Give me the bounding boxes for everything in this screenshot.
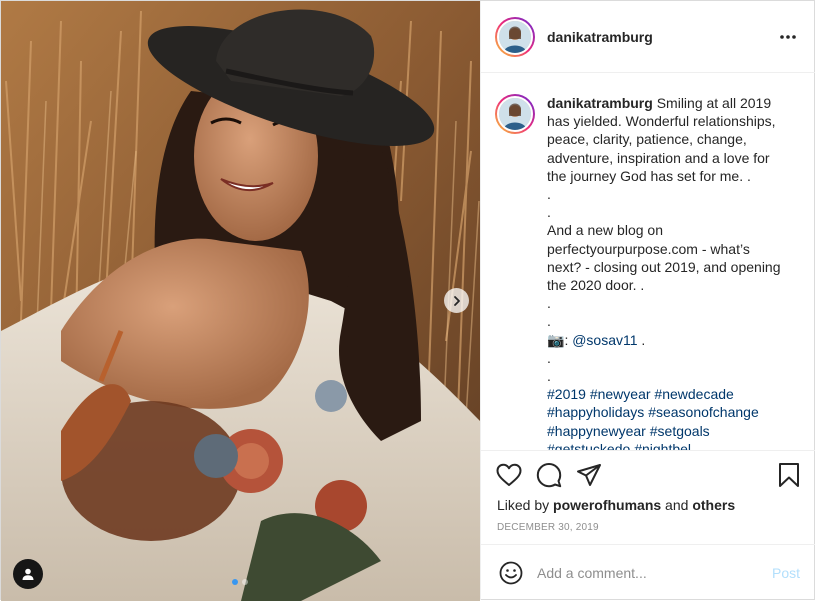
share-button[interactable] [575,461,603,489]
comment-input[interactable] [537,564,757,581]
hashtag-link[interactable]: #setgoals [650,423,710,439]
carousel-indicator [232,579,248,585]
credit-suffix: . [637,331,646,348]
caption-line: adventure, inspiration and a love for [547,149,770,166]
hashtag-line: #happynewyear #setgoals [547,422,789,440]
liked-by-prefix: Liked by [497,497,554,513]
caption-line: . [547,368,551,385]
caption-line: the 2020 door. . [547,277,645,294]
smiley-icon [499,561,523,584]
add-comment-bar: Post [481,544,815,600]
caption-line: has yielded. Wonderful relationships, [547,113,776,130]
caption: danikatramburg Smiling at all 2019 has y… [495,94,800,450]
comments-area[interactable]: danikatramburg Smiling at all 2019 has y… [481,74,815,450]
carousel-next-button[interactable] [444,288,469,313]
post-date[interactable]: DECEMBER 30, 2019 [497,522,599,533]
hashtag-link[interactable]: #happyholidays [547,404,644,420]
camera-emoji-icon: 📷 [547,331,565,348]
caption-line: . [547,186,551,203]
bookmark-icon [779,463,799,487]
avatar-image [497,96,533,132]
avatar-image [497,18,533,55]
heart-icon [496,463,522,486]
header-username[interactable]: danikatramburg [547,29,653,45]
liked-by-and: and [661,497,693,513]
hashtag-line: #happyholidays #seasonofchange [547,403,789,421]
comment-bubble-icon [536,463,562,488]
comment-button[interactable] [535,461,563,489]
post-actions: Liked by powerofhumans and others DECEMB… [481,450,815,544]
mention-link[interactable]: @sosav11 [572,332,637,348]
post-photo-illustration [1,1,480,601]
hashtag-link[interactable]: #seasonofchange [648,404,759,420]
caption-line: . [547,204,551,221]
more-options-button[interactable] [778,27,798,47]
hashtag-link[interactable]: #happynewyear [547,423,646,439]
like-button[interactable] [495,461,523,489]
liked-by-others-link[interactable]: others [692,497,735,513]
caption-line: . [547,295,551,312]
carousel-dot-active [232,579,238,585]
caption-line: next? - closing out 2019, and opening [547,258,781,275]
photo-credit-line: 📷: @sosav11 . [547,331,789,349]
hashtag-link[interactable]: #2019 [547,386,586,402]
hashtag-link[interactable]: #nightbel... [634,441,703,450]
caption-line-text: Smiling at all 2019 [656,95,772,111]
carousel-dot [242,579,248,585]
instagram-post: danikatramburg danikatramburg Smiling at… [0,0,815,601]
hashtag-line: #getstuckedo #nightbel... [547,440,789,450]
post-header: danikatramburg [481,1,815,73]
avatar[interactable] [495,16,535,57]
caption-line: peace, clarity, patience, change, [547,131,747,148]
chevron-right-icon [453,295,460,306]
paper-plane-icon [577,464,601,486]
caption-line: danikatramburg Smiling at all 2019 [547,94,789,112]
user-tags-button[interactable] [13,559,43,589]
caption-line: the journey God has set for me. . [547,167,751,184]
liked-by-user-link[interactable]: powerofhumans [553,497,661,513]
post-comment-button[interactable]: Post [772,565,800,581]
emoji-button[interactable] [497,559,525,587]
caption-text: danikatramburg Smiling at all 2019 has y… [547,94,789,450]
hashtag-line: #2019 #newyear #newdecade [547,385,789,403]
avatar-photo [499,20,531,53]
post-side-panel: danikatramburg danikatramburg Smiling at… [480,1,815,600]
caption-avatar[interactable] [495,94,535,134]
more-horizontal-icon [780,35,796,39]
caption-line: . [547,349,551,366]
liked-by: Liked by powerofhumans and others [497,497,735,513]
avatar-photo [499,98,531,130]
caption-line: And a new blog on [547,222,663,239]
caption-line: . [547,313,551,330]
user-tag-icon [22,568,34,580]
hashtag-link[interactable]: #newyear [590,386,651,402]
caption-line: perfectyourpurpose.com - what’s [547,240,750,257]
post-photo[interactable] [1,1,480,601]
save-button[interactable] [775,461,803,489]
caption-username[interactable]: danikatramburg [547,95,653,111]
hashtag-link[interactable]: #newdecade [654,386,733,402]
hashtag-link[interactable]: #getstuckedo [547,441,630,450]
